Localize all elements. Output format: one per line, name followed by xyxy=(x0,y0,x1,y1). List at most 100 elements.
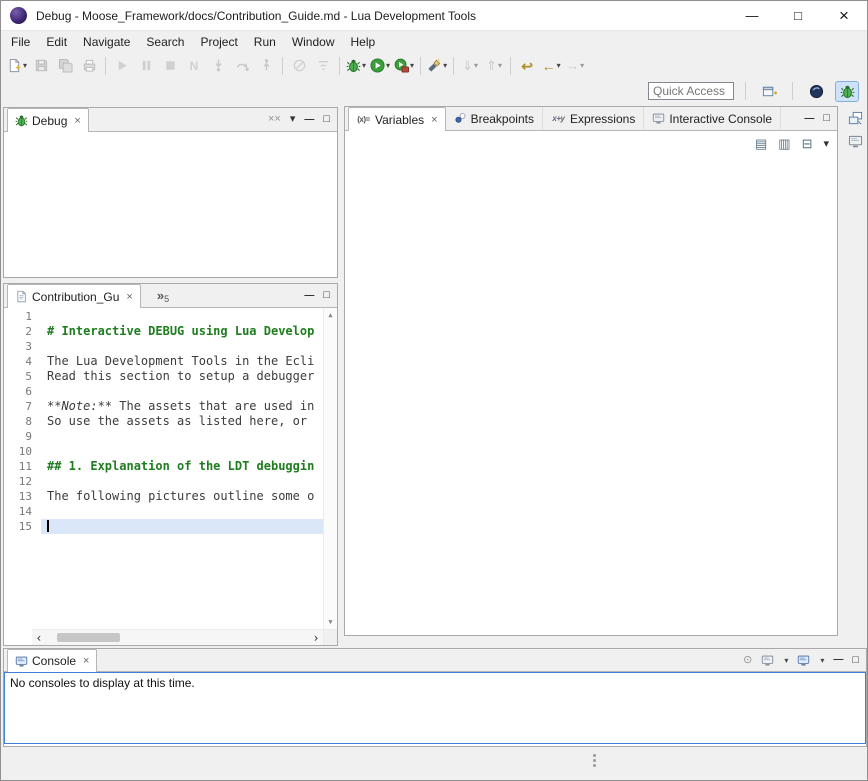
debug-view-body[interactable] xyxy=(4,132,337,277)
scrollbar-thumb[interactable] xyxy=(57,633,120,642)
perspective-debug-button[interactable] xyxy=(835,81,859,102)
resume-button[interactable] xyxy=(110,55,134,77)
close-icon[interactable]: × xyxy=(74,115,80,127)
open-console-icon[interactable] xyxy=(797,654,810,667)
chevron-down-icon[interactable]: ▾ xyxy=(557,61,561,70)
editor-text-area[interactable]: 1 2# Interactive DEBUG using Lua Develop… xyxy=(4,309,323,629)
menu-window[interactable]: Window xyxy=(284,31,343,53)
previous-annotation-icon: ⇑ xyxy=(486,59,497,72)
close-icon[interactable]: × xyxy=(126,291,132,303)
step-filters-icon xyxy=(316,58,331,73)
editor-overflow-tabs-button[interactable]: » 5 xyxy=(151,284,175,307)
restore-views-button[interactable] xyxy=(845,108,865,128)
new-wizard-button[interactable]: ▾ xyxy=(5,55,29,77)
scroll-right-icon[interactable]: › xyxy=(309,631,323,645)
maximize-view-button[interactable]: □ xyxy=(852,655,859,666)
menu-search[interactable]: Search xyxy=(138,31,192,53)
scroll-left-icon[interactable]: ‹ xyxy=(32,631,46,645)
remove-terminated-button[interactable]: ×× xyxy=(268,114,281,125)
chevron-down-icon[interactable]: ▾ xyxy=(362,61,366,70)
step-filters-button[interactable] xyxy=(311,55,335,77)
line-number: 10 xyxy=(4,444,41,459)
maximize-view-button[interactable]: □ xyxy=(823,113,830,124)
previous-annotation-button[interactable]: ⇑▾ xyxy=(482,55,506,77)
collapse-all-button[interactable]: ⊟ xyxy=(802,136,813,152)
chevron-down-icon[interactable]: ▾ xyxy=(498,61,502,70)
show-type-names-button[interactable]: ▥ xyxy=(778,136,790,152)
step-over-button[interactable] xyxy=(230,55,254,77)
tab-contribution-guide[interactable]: Contribution_Gu × xyxy=(7,284,141,308)
restore-views-icon xyxy=(848,111,863,126)
scroll-down-icon[interactable]: ▼ xyxy=(328,618,332,626)
tab-expressions[interactable]: x+y Expressions xyxy=(543,107,644,130)
minimize-view-button[interactable]: — xyxy=(833,655,843,665)
step-into-button[interactable] xyxy=(206,55,230,77)
tab-variables[interactable]: (x)= Variables × xyxy=(348,107,446,131)
menu-project[interactable]: Project xyxy=(192,31,245,53)
menu-edit[interactable]: Edit xyxy=(38,31,75,53)
maximize-view-button[interactable]: □ xyxy=(323,290,330,301)
minimized-view-button[interactable] xyxy=(845,131,865,151)
chevron-down-icon[interactable]: ▾ xyxy=(23,61,27,70)
editor-line: 4The Lua Development Tools in the Ecli xyxy=(4,354,323,369)
window-minimize-button[interactable]: — xyxy=(729,1,775,30)
step-return-button[interactable] xyxy=(254,55,278,77)
search-button[interactable]: ▾ xyxy=(425,55,449,77)
close-icon[interactable]: × xyxy=(83,655,89,667)
next-annotation-button[interactable]: ⇓▾ xyxy=(458,55,482,77)
view-menu-button[interactable]: ▾ xyxy=(823,139,829,150)
chevron-down-icon[interactable]: ▾ xyxy=(784,656,788,665)
last-edit-location-button[interactable]: ↩ xyxy=(515,55,539,77)
editor-vertical-scrollbar[interactable]: ▲ ▼ xyxy=(323,308,337,629)
chevron-down-icon[interactable]: ▾ xyxy=(474,61,478,70)
chevron-down-icon[interactable]: ▾ xyxy=(386,61,390,70)
minimize-view-button[interactable]: — xyxy=(804,114,814,124)
menu-help[interactable]: Help xyxy=(343,31,384,53)
display-console-icon[interactable] xyxy=(761,654,774,667)
print-button[interactable] xyxy=(77,55,101,77)
chevron-down-icon[interactable]: ▾ xyxy=(443,61,447,70)
minimize-view-button[interactable]: — xyxy=(304,291,314,301)
chevron-down-icon[interactable]: ▾ xyxy=(820,656,824,665)
menu-navigate[interactable]: Navigate xyxy=(75,31,138,53)
maximize-view-button[interactable]: □ xyxy=(323,114,330,125)
skip-breakpoints-button[interactable] xyxy=(287,55,311,77)
variables-view-body[interactable]: ▤ ▥ ⊟ ▾ xyxy=(345,131,837,635)
show-logical-structure-button[interactable]: ▤ xyxy=(755,136,767,152)
step-into-icon xyxy=(211,58,226,73)
open-perspective-button[interactable] xyxy=(757,80,781,102)
tab-interactive-console[interactable]: Interactive Console xyxy=(644,107,781,130)
line-number: 3 xyxy=(4,339,41,354)
statusbar-grip-handle[interactable] xyxy=(593,752,596,769)
close-icon[interactable]: × xyxy=(431,114,437,126)
forward-button[interactable]: →▾ xyxy=(563,55,587,77)
minimize-view-button[interactable]: — xyxy=(304,115,314,125)
perspective-ldt-button[interactable] xyxy=(804,81,828,102)
view-menu-button[interactable]: ▾ xyxy=(290,114,296,125)
window-maximize-button[interactable]: □ xyxy=(775,1,821,30)
external-tools-button[interactable]: ▾ xyxy=(392,55,416,77)
save-button[interactable] xyxy=(29,55,53,77)
back-button[interactable]: ←▾ xyxy=(539,55,563,77)
debug-button[interactable]: ▾ xyxy=(344,55,368,77)
tab-breakpoints[interactable]: Breakpoints xyxy=(446,107,543,130)
scrollbar-track[interactable] xyxy=(46,630,309,645)
run-button[interactable]: ▾ xyxy=(368,55,392,77)
disconnect-icon: N xyxy=(190,60,199,72)
tab-debug[interactable]: Debug × xyxy=(7,108,89,132)
save-all-button[interactable] xyxy=(53,55,77,77)
window-close-button[interactable]: × xyxy=(821,1,867,30)
chevron-down-icon[interactable]: ▾ xyxy=(580,61,584,70)
menu-file[interactable]: File xyxy=(3,31,38,53)
terminate-button[interactable] xyxy=(158,55,182,77)
editor-line: 7**Note:** The assets that are used in xyxy=(4,399,323,414)
suspend-button[interactable] xyxy=(134,55,158,77)
scroll-up-icon[interactable]: ▲ xyxy=(328,311,332,319)
chevron-down-icon[interactable]: ▾ xyxy=(410,61,414,70)
quick-access-input[interactable] xyxy=(648,82,734,100)
editor-horizontal-scrollbar[interactable]: ‹ › xyxy=(32,629,323,645)
disconnect-button[interactable]: N xyxy=(182,55,206,77)
pin-console-button[interactable]: ⊙ xyxy=(743,655,752,666)
tab-console[interactable]: Console × xyxy=(7,649,97,672)
menu-run[interactable]: Run xyxy=(246,31,284,53)
